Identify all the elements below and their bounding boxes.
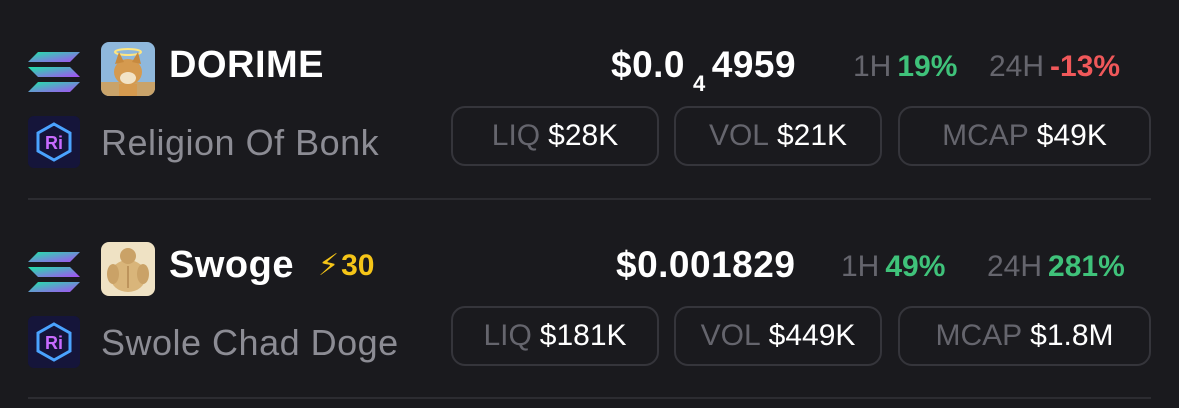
- price-main: $0.001829: [616, 244, 796, 285]
- token-row[interactable]: Swoge ⚡30 Ri Swole Chad Doge $0.001829 1…: [0, 200, 1179, 398]
- volume-pill: VOL $21K: [674, 106, 882, 166]
- change-1h-label: 1H: [853, 50, 892, 83]
- price: $0.001829: [616, 240, 795, 290]
- token-avatar-swole-doge-icon: [101, 242, 155, 296]
- mcap-value: $1.8M: [1030, 319, 1114, 352]
- liquidity-pill: LIQ $181K: [451, 306, 659, 366]
- token-symbol[interactable]: Swoge: [169, 240, 294, 290]
- change-1h-value: 19%: [897, 50, 958, 83]
- token-name: Swole Chad Doge: [101, 322, 399, 363]
- token-symbol[interactable]: DORIME: [169, 40, 324, 90]
- svg-text:Ri: Ri: [45, 133, 63, 153]
- price-main: $0.0: [611, 44, 686, 85]
- market-cap-pill: MCAP $49K: [898, 106, 1151, 166]
- raydium-icon: Ri: [28, 316, 80, 368]
- boost-count: 30: [341, 249, 375, 282]
- change-1h-label: 1H: [841, 250, 880, 283]
- liq-value: $181K: [539, 319, 627, 352]
- vol-value: $449K: [768, 319, 856, 352]
- row-divider: [28, 397, 1151, 399]
- volume-pill: VOL $449K: [674, 306, 882, 366]
- change-24h: 24H -13%: [989, 45, 1120, 89]
- price-tail: 4959: [711, 44, 797, 85]
- vol-value: $21K: [776, 119, 848, 152]
- liq-value: $28K: [548, 119, 619, 152]
- price: $0.0 4 4959: [611, 40, 796, 109]
- liquidity-pill: LIQ $28K: [451, 106, 659, 166]
- vol-label: VOL: [700, 319, 761, 352]
- boost-badge[interactable]: ⚡30: [318, 244, 374, 288]
- solana-icon: [28, 52, 80, 92]
- change-1h: 1H 19%: [853, 45, 957, 89]
- change-24h-label: 24H: [987, 250, 1043, 283]
- mcap-label: MCAP: [935, 319, 1023, 352]
- mcap-label: MCAP: [942, 119, 1029, 152]
- change-24h: 24H 281%: [987, 245, 1125, 289]
- raydium-icon: Ri: [28, 116, 80, 168]
- solana-icon: [28, 252, 80, 292]
- mcap-value: $49K: [1036, 119, 1107, 152]
- svg-text:Ri: Ri: [45, 333, 63, 353]
- change-1h: 1H 49%: [841, 245, 945, 289]
- change-24h-label: 24H: [989, 50, 1045, 83]
- market-cap-pill: MCAP $1.8M: [898, 306, 1151, 366]
- vol-label: VOL: [708, 119, 769, 152]
- price-zero-count: 4: [693, 71, 706, 96]
- liq-label: LIQ: [483, 319, 532, 352]
- token-row[interactable]: DORIME Ri Religion Of Bonk $0.0 4 4959 1H 1…: [0, 0, 1179, 198]
- token-avatar-doge-icon: [101, 42, 155, 96]
- liq-label: LIQ: [491, 119, 541, 152]
- token-name: Religion Of Bonk: [101, 122, 380, 163]
- change-24h-value: 281%: [1048, 250, 1125, 283]
- change-1h-value: 49%: [885, 250, 946, 283]
- lightning-bolt-icon: ⚡: [318, 249, 340, 282]
- change-24h-value: -13%: [1050, 50, 1121, 83]
